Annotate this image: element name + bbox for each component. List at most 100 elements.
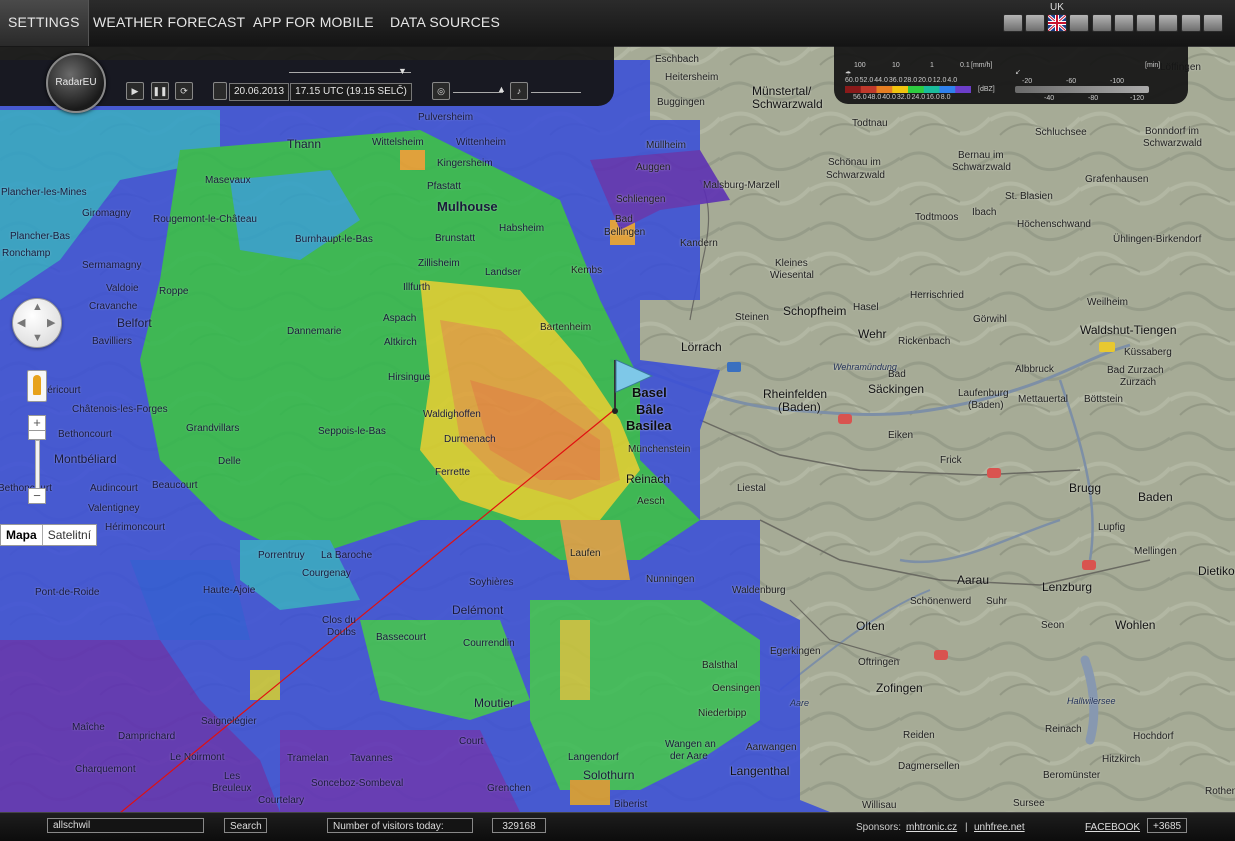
place-label: Pulversheim — [418, 112, 474, 123]
location-search-input[interactable] — [47, 818, 204, 833]
place-label: Böttstein — [1084, 394, 1123, 405]
place-label: Court — [459, 736, 484, 747]
time-unit: [min] — [1145, 62, 1161, 69]
place-label: Wehr — [858, 327, 887, 341]
legend-color-swatch — [908, 86, 925, 93]
nav-data-sources[interactable]: DATA SOURCES — [390, 0, 500, 46]
place-label: Aarwangen — [746, 742, 797, 753]
place-label: Courrendlin — [463, 638, 515, 649]
play-button[interactable]: ▶ — [126, 82, 144, 100]
radar-logo[interactable]: RadarEU — [46, 53, 106, 113]
opacity-slider[interactable] — [453, 92, 503, 93]
pan-down-icon[interactable]: ▼ — [32, 332, 43, 344]
panel-icon-5[interactable] — [1158, 14, 1178, 32]
map-area[interactable]: HartheimBadKrozingenEschbachHeitersheimO… — [0, 0, 1235, 840]
map-type-satellite-button[interactable]: Satelitní — [43, 525, 96, 545]
place-label: Oensingen — [712, 683, 761, 694]
place-label: Sonceboz-Sombeval — [311, 778, 404, 789]
pan-up-icon[interactable]: ▲ — [32, 301, 43, 313]
pan-right-icon[interactable]: ▶ — [47, 316, 55, 329]
place-label: Tramelan — [287, 753, 329, 764]
panel-icon-6[interactable] — [1181, 14, 1201, 32]
place-label: Bonndorf im — [1145, 126, 1199, 137]
uk-flag-icon[interactable] — [1047, 13, 1067, 33]
nav-weather-forecast[interactable]: WEATHER FORECAST — [93, 0, 245, 46]
panel-icon-4[interactable] — [1136, 14, 1156, 32]
place-label: Schönenwerd — [910, 596, 972, 607]
zoom-slider[interactable] — [35, 440, 40, 490]
place-label: Pfastatt — [427, 181, 461, 192]
rate-unit: [mm/h] — [971, 62, 993, 69]
place-label: Burnhaupt-le-Bas — [295, 234, 373, 245]
place-label: Solothurn — [583, 768, 635, 782]
radar-logo-label: RadarEU — [55, 77, 97, 88]
place-label: Wiesental — [770, 270, 814, 281]
date-picker-button[interactable] — [213, 82, 227, 100]
place-label: Wohlen — [1115, 618, 1156, 632]
sponsor-link-unhfree[interactable]: unhfree.net — [974, 822, 1025, 833]
panel-icon-3[interactable] — [1114, 14, 1134, 32]
zoom-slider-handle[interactable] — [28, 430, 46, 440]
place-label: (Baden) — [778, 400, 821, 414]
language-label: UK — [1050, 2, 1064, 13]
map-type-map-button[interactable]: Mapa — [1, 525, 43, 545]
place-label: Mellingen — [1134, 546, 1177, 557]
pan-left-icon[interactable]: ◀ — [17, 316, 25, 329]
panel-icon-2[interactable] — [1092, 14, 1112, 32]
pause-button[interactable]: ❚❚ — [151, 82, 169, 100]
nav-settings[interactable]: SETTINGS — [0, 0, 89, 46]
sponsor-link-mhtronic[interactable]: mhtronic.cz — [906, 822, 957, 833]
place-label: Reinach — [1045, 724, 1082, 735]
place-label: Lörrach — [681, 340, 722, 354]
place-label: Zillisheim — [418, 258, 460, 269]
fullscreen-icon[interactable] — [1203, 14, 1223, 32]
street-view-pegman-icon[interactable] — [27, 370, 47, 402]
legend-color-swatch — [876, 86, 893, 93]
refresh-button[interactable]: ⟳ — [175, 82, 193, 100]
place-label: Säckingen — [868, 382, 925, 396]
speed-icon[interactable]: ♪ — [510, 82, 528, 100]
place-label: Hallwilersee — [1067, 696, 1116, 706]
zoom-out-button[interactable]: − — [28, 488, 46, 504]
time-minus-80: -80 — [1088, 95, 1099, 102]
place-label: Suhr — [986, 596, 1008, 607]
opacity-icon[interactable]: ◎ — [432, 82, 450, 100]
speed-slider[interactable] — [531, 92, 581, 93]
place-label: Charquemont — [75, 764, 136, 775]
time-slider-handle-icon[interactable]: ▼ — [398, 66, 407, 76]
place-label: Mettauertal — [1018, 394, 1069, 405]
search-button[interactable]: Search — [224, 818, 267, 833]
place-label: Les — [224, 771, 241, 782]
place-label: Waldenburg — [732, 585, 786, 596]
time-scale-bar — [1015, 86, 1149, 93]
place-label: Basel — [632, 385, 667, 400]
camera-icon[interactable] — [1025, 14, 1045, 32]
nav-app-for-mobile[interactable]: APP FOR MOBILE — [253, 0, 374, 46]
place-label: Moutier — [474, 696, 515, 710]
place-label: Lenzburg — [1042, 580, 1093, 594]
top-navigation-bar: SETTINGS WEATHER FORECAST APP FOR MOBILE… — [0, 0, 1235, 47]
date-display: 20.06.2013 — [229, 83, 289, 101]
rate-10: 10 — [892, 62, 900, 69]
zoom-in-button[interactable]: + — [28, 415, 46, 431]
place-label: Landser — [485, 267, 522, 278]
place-label: Steinen — [735, 312, 769, 323]
place-label: Hasel — [853, 302, 879, 313]
place-label: Schönau im — [828, 157, 881, 168]
place-label: Aarau — [957, 573, 990, 587]
place-label: Beaucourt — [152, 480, 198, 491]
facebook-link[interactable]: FACEBOOK — [1085, 822, 1140, 833]
place-label: Grandvillars — [186, 423, 240, 434]
place-label: Bernau im — [958, 150, 1004, 161]
place-label: Weilheim — [1087, 297, 1128, 308]
opacity-slider-handle-icon[interactable]: ▲ — [497, 84, 506, 94]
layer-icon[interactable] — [1003, 14, 1023, 32]
place-label: Seon — [1041, 620, 1065, 631]
place-label: Soyhières — [469, 577, 514, 588]
place-label: Wittelsheim — [372, 137, 424, 148]
pan-control[interactable]: ▲ ▼ ◀ ▶ — [12, 298, 62, 348]
time-slider[interactable] — [289, 72, 411, 73]
panel-icon-1[interactable] — [1069, 14, 1089, 32]
place-label: Ühlingen-Birkendorf — [1113, 234, 1202, 245]
place-label: Auggen — [636, 162, 671, 173]
